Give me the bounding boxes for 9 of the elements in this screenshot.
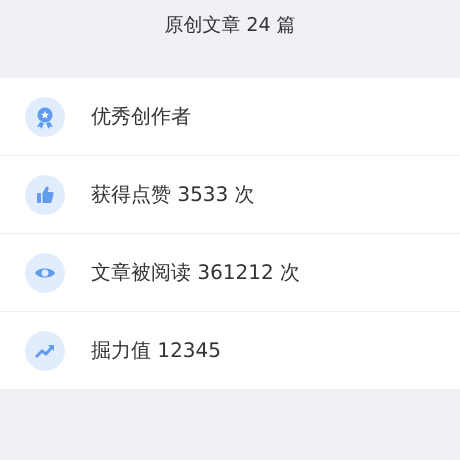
- trend-icon: [25, 330, 65, 370]
- stat-text: 获得点赞 3533 次: [91, 181, 255, 208]
- stat-text: 文章被阅读 361212 次: [91, 259, 300, 286]
- stat-text: 掘力值 12345: [91, 337, 221, 364]
- thumbs-up-icon: [25, 174, 65, 214]
- stat-text: 优秀创作者: [91, 103, 191, 130]
- medal-icon: [25, 96, 65, 136]
- eye-icon: [25, 252, 65, 292]
- article-count: 原创文章 24 篇: [164, 13, 296, 38]
